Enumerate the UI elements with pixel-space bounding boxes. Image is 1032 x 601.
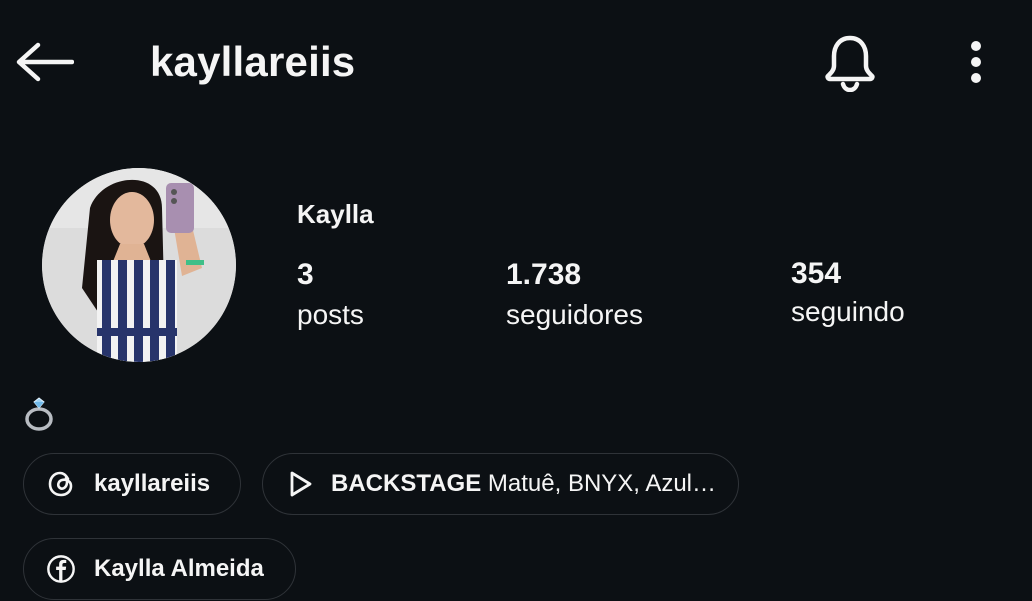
profile-header: kayllareiis xyxy=(0,0,1032,125)
posts-count-stat[interactable]: 3 posts xyxy=(297,257,364,333)
following-label: seguindo xyxy=(791,296,905,327)
reel-subtitle: Matuê, BNYX, Azul… xyxy=(487,470,716,497)
posts-label: posts xyxy=(297,299,364,330)
more-options-button[interactable] xyxy=(952,36,1000,88)
notifications-button[interactable] xyxy=(818,30,882,94)
followers-count-stat[interactable]: 1.738 seguidores xyxy=(506,257,643,333)
followers-count: 1.738 xyxy=(506,258,582,291)
play-icon xyxy=(285,469,315,499)
arrow-left-icon xyxy=(16,42,74,82)
reel-link-chip[interactable]: BACKSTAGE Matuê, BNYX, Azul… xyxy=(262,453,739,515)
profile-photo xyxy=(42,168,236,362)
ring-emoji xyxy=(25,397,53,431)
facebook-link-label: Kaylla Almeida xyxy=(94,555,264,582)
posts-count: 3 xyxy=(297,258,314,291)
following-count-stat[interactable]: 354 seguindo xyxy=(791,256,905,330)
profile-display-name: Kaylla xyxy=(297,199,374,229)
facebook-link-chip[interactable]: Kaylla Almeida xyxy=(23,538,296,600)
threads-icon xyxy=(46,469,76,499)
reel-link-text: BACKSTAGE Matuê, BNYX, Azul… xyxy=(331,469,716,499)
profile-avatar[interactable] xyxy=(42,168,236,362)
facebook-icon xyxy=(46,554,76,584)
followers-label: seguidores xyxy=(506,299,643,330)
bell-icon xyxy=(825,35,875,92)
profile-username-title: kayllareiis xyxy=(150,38,356,85)
following-count: 354 xyxy=(791,257,842,290)
threads-link-chip[interactable]: kayllareiis xyxy=(23,453,241,515)
bio-ring-emoji xyxy=(22,396,58,432)
more-vertical-icon xyxy=(971,41,981,83)
reel-title: BACKSTAGE xyxy=(331,470,482,497)
threads-link-label: kayllareiis xyxy=(94,470,211,497)
back-button[interactable] xyxy=(12,38,76,86)
